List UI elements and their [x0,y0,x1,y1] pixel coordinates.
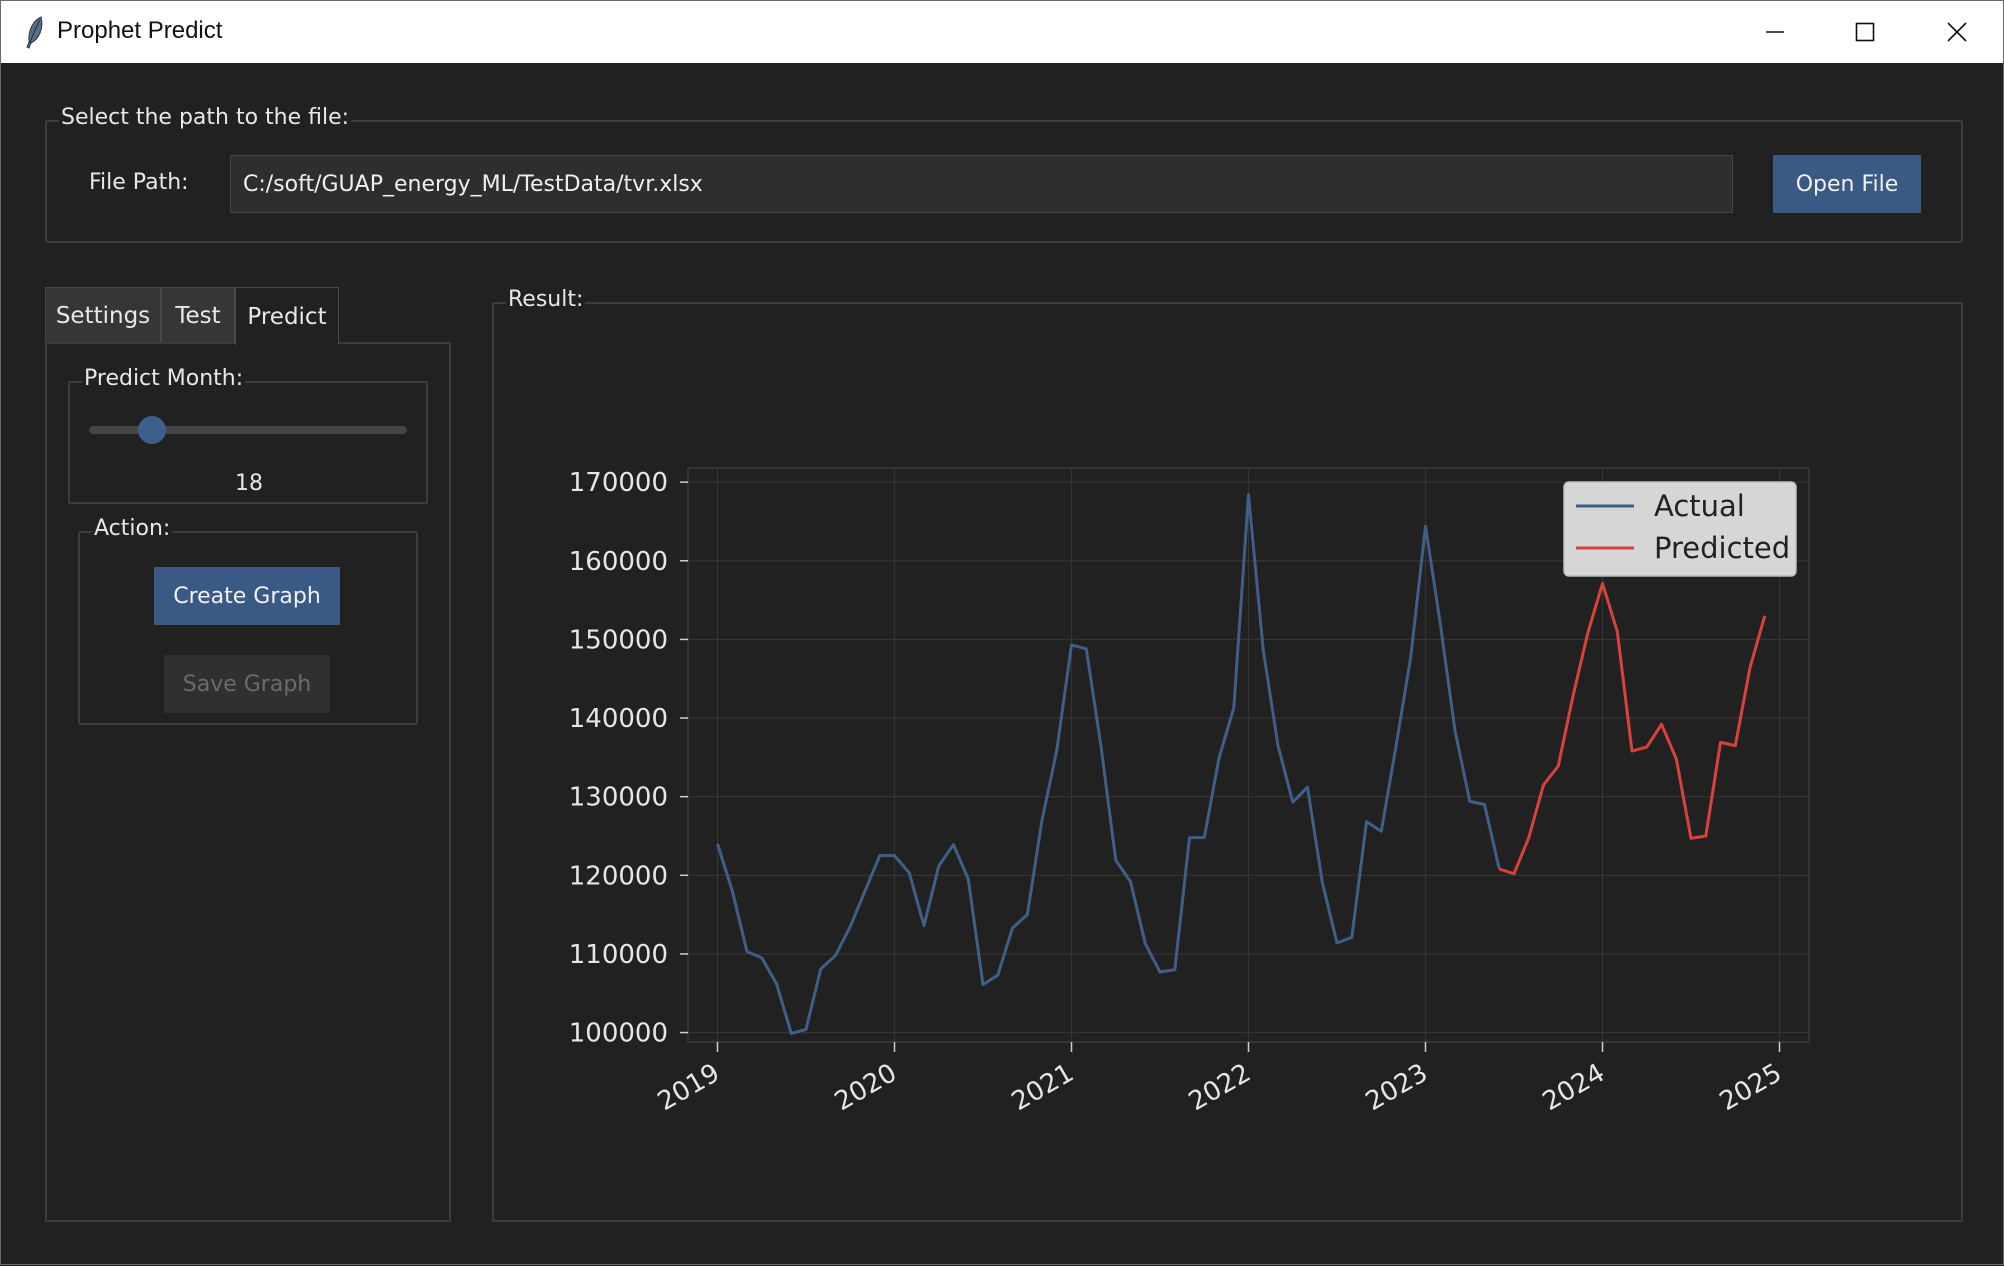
x-tick-label: 2019 [653,1058,725,1117]
y-tick-label: 140000 [569,704,668,734]
legend-label-actual: Actual [1654,489,1745,523]
y-tick-label: 100000 [569,1019,668,1049]
x-tick-label: 2023 [1361,1058,1433,1117]
y-tick-label: 150000 [569,625,668,655]
forecast-chart: 100000 110000 120000 130000 140000 150000 1600… [569,467,1810,1117]
x-tick-label: 2022 [1184,1058,1256,1117]
x-tick-label: 2024 [1538,1058,1610,1117]
legend-label-predicted: Predicted [1654,531,1790,565]
x-tick-label: 2020 [830,1058,902,1117]
x-tick-label: 2021 [1007,1058,1079,1117]
y-tick-label: 120000 [569,861,668,891]
tab-predict[interactable]: Predict [235,287,339,345]
y-tick-label: 170000 [569,468,668,498]
x-tick-label: 2025 [1715,1058,1787,1117]
y-tick-label: 160000 [569,547,668,577]
app-window: Prophet Predict Select the path to the f… [0,0,2004,1265]
y-tick-label: 110000 [569,940,668,970]
y-tick-label: 130000 [569,783,668,813]
